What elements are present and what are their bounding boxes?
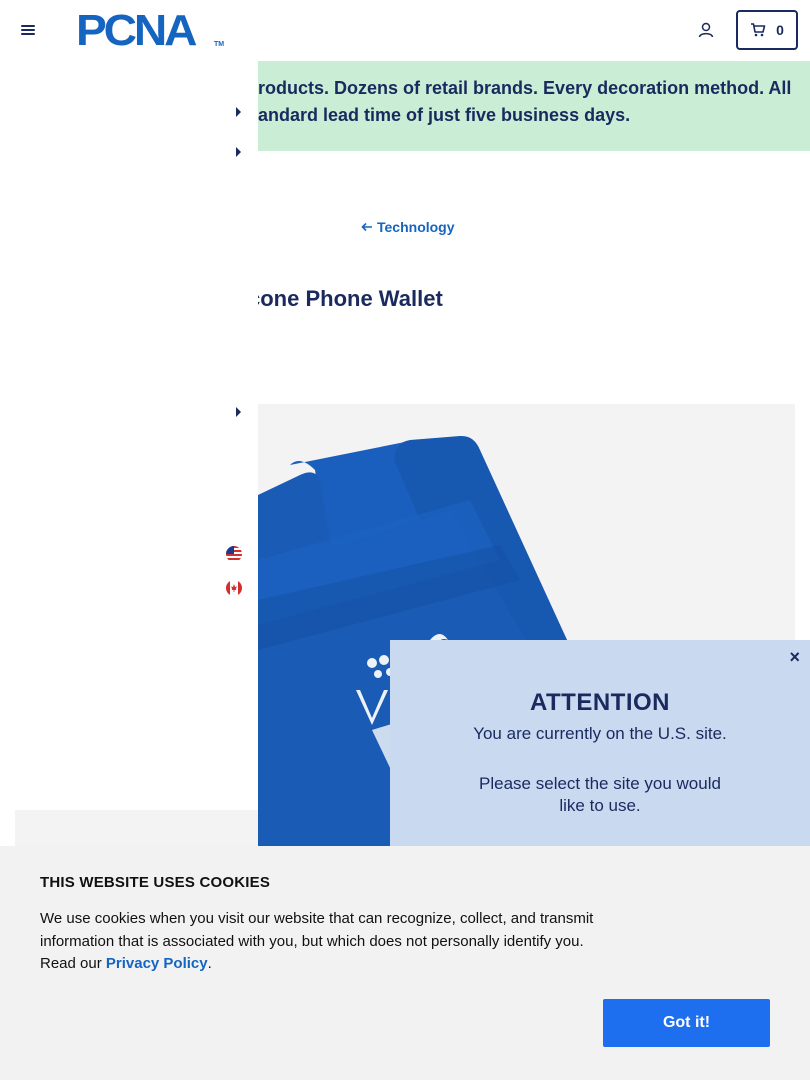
- cookie-banner: THIS WEBSITE USES COOKIES We use cookies…: [0, 846, 810, 1080]
- close-icon[interactable]: ×: [789, 648, 800, 666]
- chevron-right-icon[interactable]: [234, 407, 242, 417]
- canada-flag-icon[interactable]: [226, 580, 242, 596]
- cart-button[interactable]: 0: [736, 10, 798, 50]
- chevron-right-icon[interactable]: [234, 107, 242, 117]
- logo-text: PCNA: [76, 6, 197, 55]
- pcna-logo[interactable]: PCNA TM: [76, 6, 226, 55]
- privacy-policy-link[interactable]: Privacy Policy: [106, 955, 208, 972]
- arrow-left-icon: [361, 222, 372, 232]
- cookie-banner-text: We use cookies when you visit our websit…: [40, 908, 610, 976]
- hamburger-menu-icon[interactable]: [20, 22, 36, 38]
- current-site-message: You are currently on the U.S. site.: [473, 724, 727, 743]
- us-flag-icon[interactable]: [226, 546, 242, 562]
- promo-line-1: roducts. Dozens of retail brands. Every …: [258, 78, 792, 98]
- site-header: PCNA TM 0: [0, 0, 810, 61]
- user-icon[interactable]: [697, 21, 715, 39]
- accept-cookies-button[interactable]: Got it!: [603, 999, 770, 1047]
- site-selection-modal: × ATTENTION You are currently on the U.S…: [390, 640, 810, 850]
- product-title-text: cone Phone Wallet: [248, 286, 443, 311]
- cookie-text-end: .: [207, 955, 212, 972]
- side-menu-panel: [0, 61, 258, 810]
- chevron-right-icon[interactable]: [234, 147, 242, 157]
- logo-trademark: TM: [214, 41, 225, 48]
- attention-title: ATTENTION: [529, 689, 671, 716]
- cart-icon: [751, 23, 766, 37]
- cookie-banner-title: THIS WEBSITE USES COOKIES: [40, 874, 271, 891]
- promo-text: roducts. Dozens of retail brands. Every …: [258, 75, 794, 129]
- back-link-label: Technology: [377, 219, 455, 235]
- back-to-technology-link[interactable]: Technology: [361, 219, 455, 235]
- cart-count: 0: [776, 22, 784, 38]
- promo-line-2: andard lead time of just five business d…: [258, 105, 631, 125]
- select-site-message: Please select the site you would like to…: [479, 774, 721, 815]
